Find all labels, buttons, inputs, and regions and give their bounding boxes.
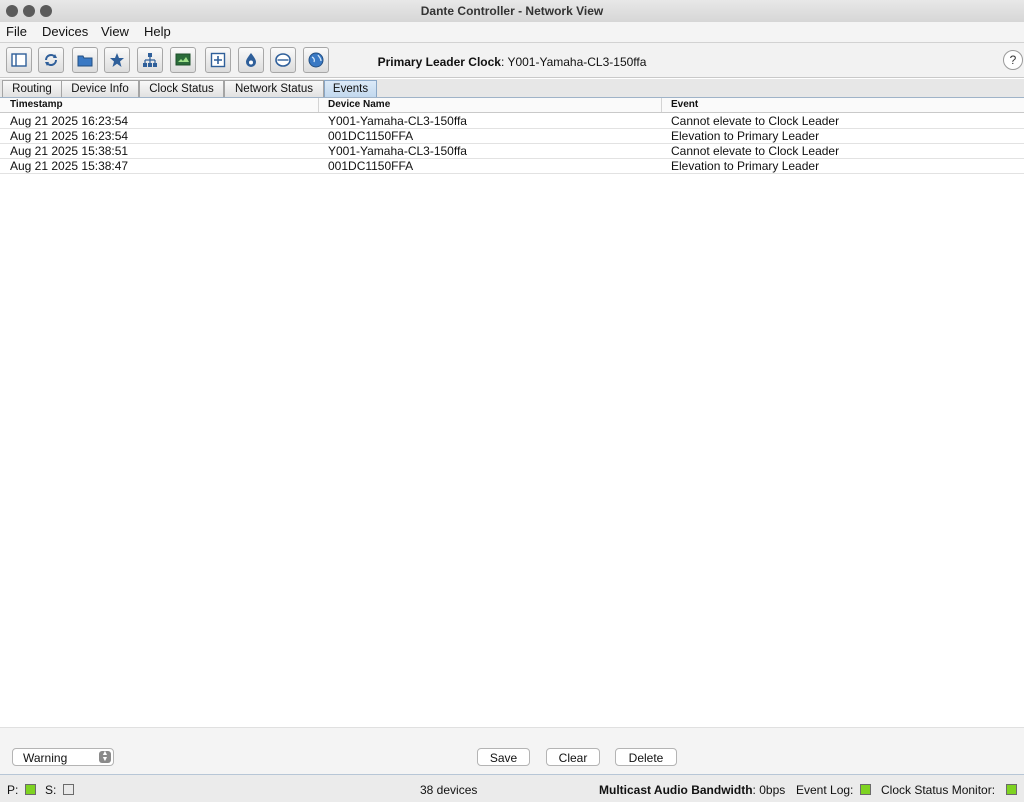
menu-bar: File Devices View Help [0, 22, 1024, 43]
toolbar: Primary Leader Clock: Y001-Yamaha-CL3-15… [0, 43, 1024, 78]
secondary-network-indicator [63, 784, 74, 795]
cell-device-name: 001DC1150FFA [328, 159, 414, 173]
tab-clock-status[interactable]: Clock Status [139, 80, 224, 97]
table-row[interactable]: Aug 21 2025 15:38:47 001DC1150FFA Elevat… [0, 158, 1024, 174]
cell-event: Elevation to Primary Leader [671, 129, 820, 143]
primary-network-indicator [25, 784, 36, 795]
bandwidth-label: Multicast Audio Bandwidth [599, 783, 753, 797]
table-header: Timestamp Device Name Event [0, 98, 1024, 113]
cell-event: Cannot elevate to Clock Leader [671, 144, 840, 158]
cell-event: Cannot elevate to Clock Leader [671, 114, 840, 128]
menu-help[interactable]: Help [144, 24, 171, 39]
column-header-event[interactable]: Event [671, 99, 698, 110]
clock-status-monitor-indicator[interactable] [1006, 784, 1017, 795]
table-row[interactable]: Aug 21 2025 16:23:54 001DC1150FFA Elevat… [0, 128, 1024, 144]
cell-device-name: Y001-Yamaha-CL3-150ffa [328, 114, 467, 128]
device-count: 38 devices [420, 783, 478, 797]
status-bar: P: S: 38 devices Multicast Audio Bandwid… [0, 774, 1024, 802]
menu-file[interactable]: File [6, 24, 27, 39]
bandwidth-value: 0bps [759, 783, 786, 797]
clock-label: Primary Leader Clock [377, 55, 501, 69]
primary-leader-clock: Primary Leader Clock: Y001-Yamaha-CL3-15… [377, 55, 647, 69]
cell-device-name: Y001-Yamaha-CL3-150ffa [328, 144, 467, 158]
cell-timestamp: Aug 21 2025 15:38:47 [10, 159, 129, 173]
column-header-device-name[interactable]: Device Name [328, 99, 390, 110]
severity-filter-select[interactable]: Warning ▲ ▼ [12, 748, 114, 766]
tab-device-info[interactable]: Device Info [61, 80, 139, 97]
cell-timestamp: Aug 21 2025 15:38:51 [10, 144, 129, 158]
table-row[interactable]: Aug 21 2025 15:38:51 Y001-Yamaha-CL3-150… [0, 143, 1024, 159]
clear-button[interactable]: Clear [546, 748, 600, 766]
updown-arrows-icon: ▲ ▼ [99, 750, 111, 763]
tab-events[interactable]: Events [324, 80, 377, 97]
column-divider[interactable] [318, 98, 319, 112]
secondary-network-label: S: [45, 783, 57, 797]
cell-event: Elevation to Primary Leader [671, 159, 820, 173]
event-log-label: Event Log: [796, 783, 854, 797]
help-button[interactable]: ? [1003, 50, 1023, 70]
tab-network-status[interactable]: Network Status [224, 80, 324, 97]
multicast-bandwidth: Multicast Audio Bandwidth: 0bps [599, 783, 786, 797]
event-log-indicator[interactable] [860, 784, 871, 795]
table-row[interactable]: Aug 21 2025 16:23:54 Y001-Yamaha-CL3-150… [0, 113, 1024, 129]
column-divider[interactable] [661, 98, 662, 112]
tab-bar: Routing Device Info Clock Status Network… [0, 79, 1024, 98]
primary-network-label: P: [7, 783, 19, 797]
clock-status-monitor-label: Clock Status Monitor: [881, 783, 996, 797]
cell-timestamp: Aug 21 2025 16:23:54 [10, 114, 129, 128]
clock-value: Y001-Yamaha-CL3-150ffa [507, 55, 647, 69]
tab-routing[interactable]: Routing [2, 80, 62, 97]
window-title: Dante Controller - Network View [420, 4, 604, 18]
severity-filter-value: Warning [23, 751, 68, 765]
column-header-timestamp[interactable]: Timestamp [10, 99, 63, 110]
delete-button[interactable]: Delete [615, 748, 677, 766]
title-bar: Dante Controller - Network View [0, 0, 1024, 23]
cell-device-name: 001DC1150FFA [328, 129, 414, 143]
events-table: Timestamp Device Name Event Aug 21 2025 … [0, 98, 1024, 726]
cell-timestamp: Aug 21 2025 16:23:54 [10, 129, 129, 143]
menu-devices[interactable]: Devices [42, 24, 88, 39]
action-bar: Warning ▲ ▼ Save Clear Delete [0, 727, 1024, 774]
menu-view[interactable]: View [101, 24, 129, 39]
save-button[interactable]: Save [477, 748, 530, 766]
